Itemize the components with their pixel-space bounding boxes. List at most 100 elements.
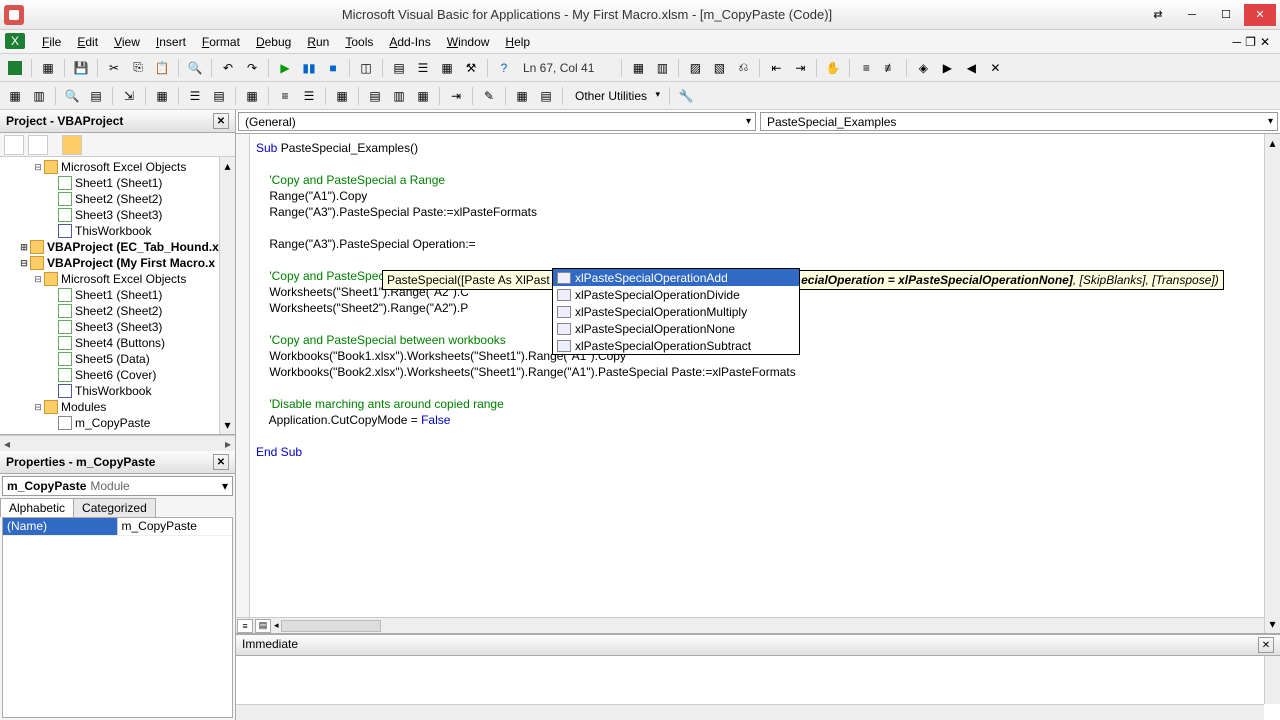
autocomplete-item[interactable]: xlPasteSpecialOperationMultiply [553,303,799,320]
tree-node[interactable]: Sheet2 (Sheet2) [0,303,235,319]
tree-node[interactable]: Sheet2 (Sheet2) [0,191,235,207]
minimize-button[interactable]: ─ [1176,4,1208,26]
tree-node[interactable]: ThisWorkbook [0,223,235,239]
menu-window[interactable]: Window [439,33,498,51]
tree-node[interactable]: ThisWorkbook [0,383,235,399]
menu-run[interactable]: Run [299,33,337,51]
break-button[interactable]: ▮▮ [298,57,320,79]
full-module-view-button[interactable]: ▤ [255,619,271,633]
menu-add-ins[interactable]: Add-Ins [381,33,438,51]
menu-debug[interactable]: Debug [248,33,299,51]
help-button[interactable]: ? [493,57,515,79]
run-button[interactable]: ▶ [274,57,296,79]
immediate-horizontal-scrollbar[interactable] [236,704,1264,720]
tree-horizontal-scrollbar[interactable]: ◂▸ [0,435,235,451]
immediate-vertical-scrollbar[interactable] [1264,656,1280,704]
double-arrow-icon[interactable]: ⇄ [1142,4,1174,26]
menu-format[interactable]: Format [194,33,248,51]
design-mode-button[interactable]: ◫ [355,57,377,79]
properties-grid[interactable]: (Name) m_CopyPaste [2,517,233,718]
tree-node[interactable]: ⊞VBAProject (EC_Tab_Hound.x [0,239,235,255]
properties-panel-close-button[interactable]: ✕ [213,454,229,470]
tb2-icon-4[interactable]: ▤ [85,85,107,107]
menu-help[interactable]: Help [497,33,538,51]
clear-bookmarks-button[interactable]: ✕ [984,57,1006,79]
tree-node[interactable]: Sheet4 (Buttons) [0,335,235,351]
hand-icon[interactable]: ✋ [822,57,844,79]
editor-vertical-scrollbar[interactable]: ▴▾ [1264,134,1280,633]
tree-node[interactable]: ⊟Microsoft Excel Objects [0,271,235,287]
menu-view[interactable]: View [106,33,148,51]
code-editor[interactable]: Sub PasteSpecial_Examples() 'Copy and Pa… [236,134,1280,617]
tb2-icon-18[interactable]: ▦ [511,85,533,107]
tb2-icon-10[interactable]: ≡ [274,85,296,107]
tb2-icon-13[interactable]: ▤ [364,85,386,107]
copy-button[interactable]: ⎘ [127,57,149,79]
menu-insert[interactable]: Insert [148,33,194,51]
outdent-button[interactable]: ⇤ [765,57,787,79]
tb2-icon-19[interactable]: ▤ [535,85,557,107]
tree-node[interactable]: Sheet3 (Sheet3) [0,207,235,223]
tb2-icon-12[interactable]: ▦ [331,85,353,107]
mdi-restore-button[interactable]: ❐ [1245,35,1256,49]
wrench-icon[interactable]: 🔧 [675,85,697,107]
tb-icon-5[interactable]: ⎌ [732,57,754,79]
indent-button[interactable]: ⇥ [789,57,811,79]
next-bookmark-button[interactable]: ▶ [936,57,958,79]
tb-icon-2[interactable]: ▥ [651,57,673,79]
tb2-icon-5[interactable]: ⇲ [118,85,140,107]
mdi-minimize-button[interactable]: ─ [1233,35,1242,49]
properties-button[interactable]: ☰ [412,57,434,79]
tb-icon-3[interactable]: ▨ [684,57,706,79]
tb2-icon-14[interactable]: ▥ [388,85,410,107]
immediate-body[interactable] [236,656,1280,720]
toolbox-button[interactable]: ⚒ [460,57,482,79]
menu-tools[interactable]: Tools [337,33,381,51]
property-value[interactable]: m_CopyPaste [118,518,233,535]
mdi-close-button[interactable]: ✕ [1260,35,1270,49]
menu-edit[interactable]: Edit [69,33,106,51]
tree-node[interactable]: ⊟Modules [0,399,235,415]
autocomplete-item[interactable]: xlPasteSpecialOperationAdd [553,269,799,286]
tb-icon-4[interactable]: ▧ [708,57,730,79]
maximize-button[interactable]: ☐ [1210,4,1242,26]
object-browser-button[interactable]: ▦ [436,57,458,79]
tb2-icon-15[interactable]: ▦ [412,85,434,107]
close-button[interactable]: ✕ [1244,4,1276,26]
menu-file[interactable]: File [34,33,69,51]
uncomment-button[interactable]: ≢ [879,57,901,79]
prev-bookmark-button[interactable]: ◀ [960,57,982,79]
autocomplete-item[interactable]: xlPasteSpecialOperationNone [553,320,799,337]
tab-categorized[interactable]: Categorized [73,498,156,517]
tree-vertical-scrollbar[interactable]: ▴▾ [219,157,235,434]
tb2-icon-1[interactable]: ▦ [4,85,26,107]
tree-node[interactable]: Sheet6 (Cover) [0,367,235,383]
reset-button[interactable]: ■ [322,57,344,79]
view-excel-button[interactable] [4,57,26,79]
paste-button[interactable]: 📋 [151,57,173,79]
procedure-view-button[interactable]: ≡ [237,619,253,633]
find-button[interactable]: 🔍 [184,57,206,79]
redo-button[interactable]: ↷ [241,57,263,79]
tb2-icon-7[interactable]: ☰ [184,85,206,107]
tb2-icon-2[interactable]: ▥ [28,85,50,107]
tb-icon-1[interactable]: ▦ [627,57,649,79]
autocomplete-item[interactable]: xlPasteSpecialOperationSubtract [553,337,799,354]
tree-node[interactable]: Sheet3 (Sheet3) [0,319,235,335]
tb2-icon-6[interactable]: ▦ [151,85,173,107]
project-explorer-button[interactable]: ▤ [388,57,410,79]
excel-icon[interactable]: X [4,32,28,52]
procedure-dropdown[interactable]: PasteSpecial_Examples [760,112,1278,131]
undo-button[interactable]: ↶ [217,57,239,79]
tree-node[interactable]: m_CopyPaste [0,415,235,431]
tab-alphabetic[interactable]: Alphabetic [0,498,74,517]
autocomplete-popup[interactable]: xlPasteSpecialOperationAdd xlPasteSpecial… [552,268,800,355]
project-panel-close-button[interactable]: ✕ [213,113,229,129]
tb2-icon-16[interactable]: ⇥ [445,85,467,107]
tb2-icon-17[interactable]: ✎ [478,85,500,107]
immediate-close-button[interactable]: ✕ [1258,637,1274,653]
insert-button[interactable]: ▦ [37,57,59,79]
tree-node[interactable]: ⊟VBAProject (My First Macro.x [0,255,235,271]
comment-button[interactable]: ≡ [855,57,877,79]
save-button[interactable]: 💾 [70,57,92,79]
